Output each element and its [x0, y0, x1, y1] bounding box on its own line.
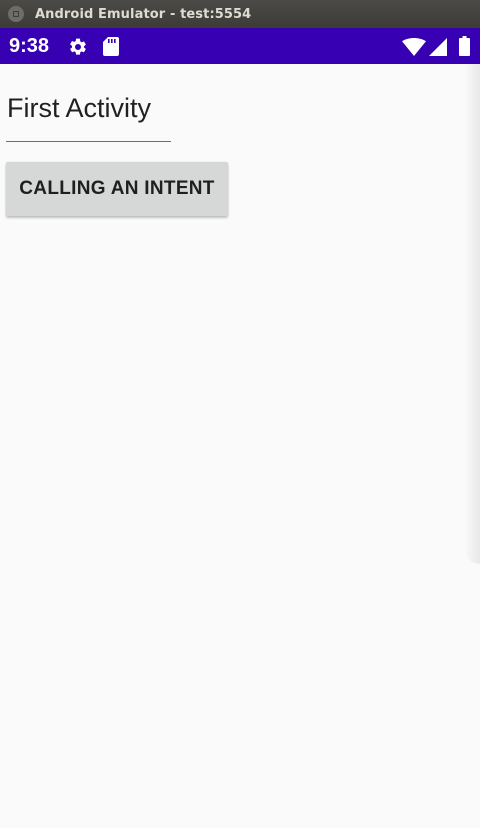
calling-an-intent-button[interactable]: CALLING AN INTENT [6, 162, 228, 216]
activity-content: First Activity CALLING AN INTENT [0, 64, 480, 828]
first-activity-text-field[interactable]: First Activity [6, 86, 171, 142]
cell-signal-icon [429, 38, 447, 56]
window-titlebar: Android Emulator - test:5554 [0, 0, 480, 28]
android-status-bar: 9:38 [0, 28, 480, 64]
button-label: CALLING AN INTENT [19, 178, 215, 199]
window-title: Android Emulator - test:5554 [35, 6, 252, 22]
text-field-value: First Activity [7, 93, 152, 123]
battery-icon [459, 36, 470, 56]
wifi-icon [402, 38, 426, 56]
status-time: 9:38 [9, 35, 50, 57]
emulator-window: Android Emulator - test:5554 9:38 First … [0, 0, 480, 828]
screen-edge-shadow [464, 64, 480, 564]
sd-card-icon [103, 37, 119, 56]
window-close-button[interactable] [8, 6, 24, 22]
gear-icon [70, 38, 86, 55]
